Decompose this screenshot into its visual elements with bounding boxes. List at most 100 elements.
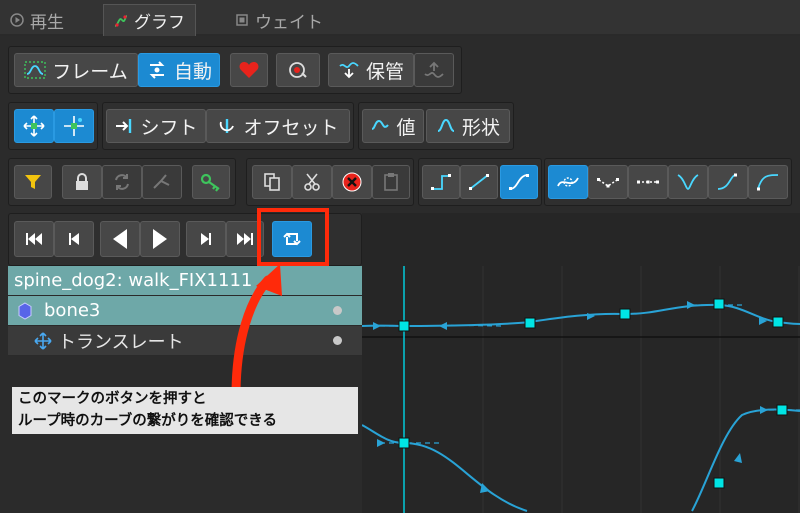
play-reverse-icon	[113, 229, 127, 249]
prev-key-icon	[69, 233, 79, 245]
flat-curve-icon	[637, 180, 659, 184]
loop-button-highlight	[257, 208, 329, 266]
peak-curve-icon	[597, 178, 619, 188]
curve-translate-y[interactable]	[362, 408, 800, 512]
play-icon	[153, 229, 167, 249]
visibility-dot[interactable]	[333, 336, 342, 345]
curve-canvas	[362, 266, 800, 513]
lock-button[interactable]	[62, 165, 102, 199]
offset-icon	[220, 119, 235, 133]
stepped-icon	[431, 174, 451, 190]
frame-button[interactable]: フレーム	[14, 53, 138, 87]
bone-row[interactable]: bone3	[8, 296, 362, 326]
value-button[interactable]: 値	[362, 109, 424, 143]
move-keys-button[interactable]	[14, 109, 54, 143]
favorite-button[interactable]	[230, 53, 268, 87]
move-arrows-icon	[23, 115, 45, 137]
preset-peak-button[interactable]	[588, 165, 628, 199]
cut-button[interactable]	[292, 165, 332, 199]
store-icon	[339, 62, 359, 79]
wave-icon	[24, 61, 46, 79]
auto-button[interactable]: 自動	[138, 53, 220, 87]
filter-icon	[25, 175, 41, 189]
ease-in-icon	[717, 173, 737, 190]
annotation-line-2: ループ時のカーブの繋がりを確認できる	[18, 413, 277, 429]
scissors-icon	[304, 173, 320, 191]
curve-2-keys[interactable]	[398, 404, 788, 489]
last-frame-icon	[237, 233, 253, 245]
first-frame-icon	[26, 233, 42, 245]
delete-icon	[342, 172, 362, 192]
ease-out-icon	[757, 174, 779, 191]
sync-button[interactable]	[102, 165, 142, 199]
bezier-button[interactable]	[500, 165, 538, 199]
preset-v-button[interactable]	[668, 165, 708, 199]
tab-bar: 再生 グラフ ウェイト	[0, 0, 800, 36]
paste-button[interactable]	[372, 165, 410, 199]
shift-icon	[116, 119, 132, 133]
auto-key-icon	[149, 61, 165, 79]
copy-button[interactable]	[252, 165, 292, 199]
skeleton-row[interactable]: spine_dog2: walk_FIX1111	[8, 266, 362, 296]
filter-button[interactable]	[14, 165, 52, 199]
graph-icon	[114, 14, 128, 27]
linear-icon	[469, 174, 489, 190]
play-reverse-button[interactable]	[100, 221, 140, 257]
store-button[interactable]: 保管	[328, 53, 414, 87]
tab-label: 再生	[30, 12, 64, 33]
play-icon	[10, 13, 24, 27]
v-curve-icon	[677, 174, 699, 190]
skeleton-label: spine_dog2: walk_FIX1111	[14, 270, 253, 291]
copy-icon	[264, 173, 280, 191]
next-key-button[interactable]	[186, 221, 226, 257]
prev-key-button[interactable]	[54, 221, 94, 257]
bezier-icon	[509, 174, 529, 190]
tab-weights[interactable]: ウェイト	[225, 4, 333, 36]
break-tangent-icon	[153, 174, 170, 189]
auto-tangent-button[interactable]	[548, 165, 588, 199]
tab-label: ウェイト	[255, 12, 323, 33]
restore-button[interactable]	[414, 53, 454, 87]
translate-icon	[34, 331, 52, 350]
annotation-line-1: このマークのボタンを押すと	[18, 391, 207, 407]
preset-ease-out-button[interactable]	[748, 165, 788, 199]
timeline-tree: spine_dog2: walk_FIX1111 bone3 トランスレート	[8, 266, 362, 356]
offset-button[interactable]: オフセット	[206, 109, 350, 143]
key-button[interactable]	[192, 165, 230, 199]
tab-graph[interactable]: グラフ	[103, 4, 196, 36]
value-curve-icon	[372, 119, 390, 130]
play-button[interactable]	[140, 221, 180, 257]
shape-button[interactable]: 形状	[426, 109, 510, 143]
clipboard-icon	[384, 173, 398, 191]
move-handles-icon	[64, 116, 84, 136]
curve-translate-x[interactable]	[362, 303, 800, 328]
shape-curve-icon	[437, 118, 455, 132]
weight-icon	[236, 14, 248, 26]
next-key-icon	[201, 233, 211, 245]
move-handles-button[interactable]	[54, 109, 94, 143]
linear-button[interactable]	[460, 165, 498, 199]
curve-2-handles[interactable]	[380, 409, 800, 444]
tab-label: グラフ	[134, 13, 185, 33]
break-tangent-button[interactable]	[142, 165, 182, 199]
translate-row[interactable]: トランスレート	[8, 326, 362, 356]
key-icon	[200, 173, 220, 192]
curve-graph[interactable]	[362, 213, 800, 513]
curve-2-handle-tips[interactable]	[377, 406, 768, 493]
bone-icon	[18, 301, 32, 320]
annotation-note: このマークのボタンを押すと ループ時のカーブの繋がりを確認できる	[12, 387, 358, 434]
key-clear-button[interactable]	[276, 53, 320, 87]
preset-flat-button[interactable]	[628, 165, 668, 199]
delete-button[interactable]	[332, 165, 372, 199]
stepped-button[interactable]	[422, 165, 460, 199]
shift-button[interactable]: シフト	[106, 109, 206, 143]
translate-label: トランスレート	[58, 331, 184, 353]
bone-label: bone3	[44, 300, 101, 321]
visibility-dot[interactable]	[333, 306, 342, 315]
tab-playback[interactable]: 再生	[0, 4, 74, 36]
sync-icon	[115, 174, 129, 190]
first-frame-button[interactable]	[14, 221, 54, 257]
heart-icon	[239, 62, 259, 78]
preset-ease-in-button[interactable]	[708, 165, 748, 199]
auto-tangent-icon	[557, 177, 579, 187]
